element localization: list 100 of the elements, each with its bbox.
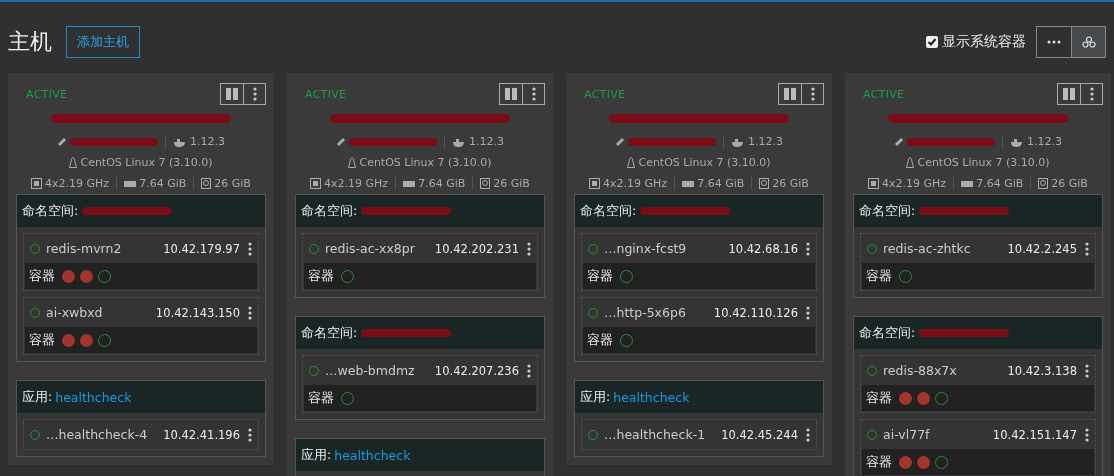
pod-name[interactable]: ai-vl77f [883,427,993,442]
penguin-icon [69,157,78,168]
pod-ip: 10.42.207.236 [434,363,519,378]
container-label: 容器 [308,267,334,285]
disk-icon [1038,178,1049,189]
docker-version: 1.12.3 [1027,135,1062,148]
host-status: ACTIVE [26,87,68,101]
kebab-icon [1089,87,1094,101]
container-label: 容器 [587,267,613,285]
whale-icon [452,136,466,147]
disk-icon [480,178,491,189]
pod-name[interactable]: redis-ac-xx8pr [325,241,435,256]
link-icon [57,136,67,147]
cpu-info: 4x2.19 GHz [324,177,389,190]
group-label: 应用: [301,446,332,464]
more-icon [1047,40,1061,44]
memory-icon [124,179,137,188]
kebab-icon [248,241,252,256]
pod-name[interactable]: ai-xwbxd [46,305,156,320]
checkbox[interactable] [926,36,938,48]
link-icon [894,136,904,147]
os-version: CentOS Linux 7 (3.10.0) [638,156,771,169]
memory-info: 7.64 GiB [976,177,1024,190]
add-host-button[interactable]: 添加主机 [66,26,140,58]
container-label: 容器 [587,331,613,349]
pod-ip: 10.42.3.138 [1007,363,1077,378]
docker-version: 1.12.3 [469,135,504,148]
kebab-icon [806,241,810,256]
group-label: 应用: [580,388,611,406]
group-label: 命名空间: [301,202,358,220]
container-label: 容器 [29,331,55,349]
container-label: 容器 [29,267,55,285]
pause-icon [505,88,517,100]
link-icon [336,136,346,147]
checkbox-label[interactable]: 显示系统容器 [942,33,1026,51]
pod-name[interactable]: redis-88x7x [883,363,1008,378]
memory-icon [403,179,416,188]
os-version: CentOS Linux 7 (3.10.0) [80,156,213,169]
whale-icon [731,136,745,147]
pod-ip: 10.42.45.244 [721,427,798,442]
kebab-icon [248,427,252,442]
kebab-icon [1085,363,1089,378]
cpu-info: 4x2.19 GHz [603,177,668,190]
kebab-icon [248,305,252,320]
app-link[interactable]: healthcheck [55,389,132,405]
link-icon [615,136,625,147]
disk-icon [759,178,770,189]
memory-info: 7.64 GiB [139,177,187,190]
pod-name[interactable]: …http-5x6p6 [604,305,714,320]
kebab-icon [806,305,810,320]
group-label: 命名空间: [859,324,916,342]
disk-info: 26 GiB [214,177,251,190]
host-status: ACTIVE [305,87,347,101]
kebab-icon [527,241,531,256]
container-status-dot[interactable] [62,333,75,347]
kebab-icon [806,427,810,442]
kebab-icon [527,363,531,378]
pause-icon [1063,88,1075,100]
container-status-dot[interactable] [62,269,75,283]
pod-name[interactable]: redis-mvrn2 [46,241,164,256]
kebab-icon [1085,241,1089,256]
whale-icon [1010,136,1024,147]
disk-icon [201,178,212,189]
pod-name[interactable]: …nginx-fcst9 [604,241,729,256]
cpu-icon [589,178,601,189]
pod-ip: 10.42.110.126 [713,305,798,320]
pause-icon [784,88,796,100]
os-version: CentOS Linux 7 (3.10.0) [917,156,1050,169]
disk-info: 26 GiB [1051,177,1088,190]
cpu-icon [310,178,322,189]
app-link[interactable]: healthcheck [334,447,411,463]
view-toggle-button[interactable] [1071,27,1105,57]
container-status-dot[interactable] [917,455,930,469]
host-status: ACTIVE [863,87,905,101]
pod-name[interactable]: …healthcheck-1 [604,427,722,442]
group-label: 命名空间: [859,202,916,220]
container-label: 容器 [866,389,892,407]
container-status-dot[interactable] [917,391,930,405]
group-label: 命名空间: [22,202,79,220]
docker-version: 1.12.3 [190,135,225,148]
page-title: 主机 [8,28,52,56]
app-link[interactable]: healthcheck [613,389,690,405]
memory-icon [682,179,695,188]
memory-info: 7.64 GiB [697,177,745,190]
container-status-dot[interactable] [899,455,912,469]
pod-name[interactable]: redis-ac-zhtkc [883,241,1008,256]
pod-ip: 10.42.41.196 [163,427,240,442]
cpu-icon [868,178,880,189]
container-status-dot[interactable] [899,391,912,405]
kebab-icon [252,87,257,101]
kebab-icon [531,87,536,101]
pod-ip: 10.42.2.245 [1007,241,1077,256]
container-status-dot[interactable] [80,269,93,283]
pause-icon [226,88,238,100]
container-label: 容器 [308,389,334,407]
pod-name[interactable]: …healthcheck-4 [46,427,164,442]
memory-icon [961,179,974,188]
pod-name[interactable]: …web-bmdmz [325,363,435,378]
container-status-dot[interactable] [80,333,93,347]
penguin-icon [627,157,636,168]
